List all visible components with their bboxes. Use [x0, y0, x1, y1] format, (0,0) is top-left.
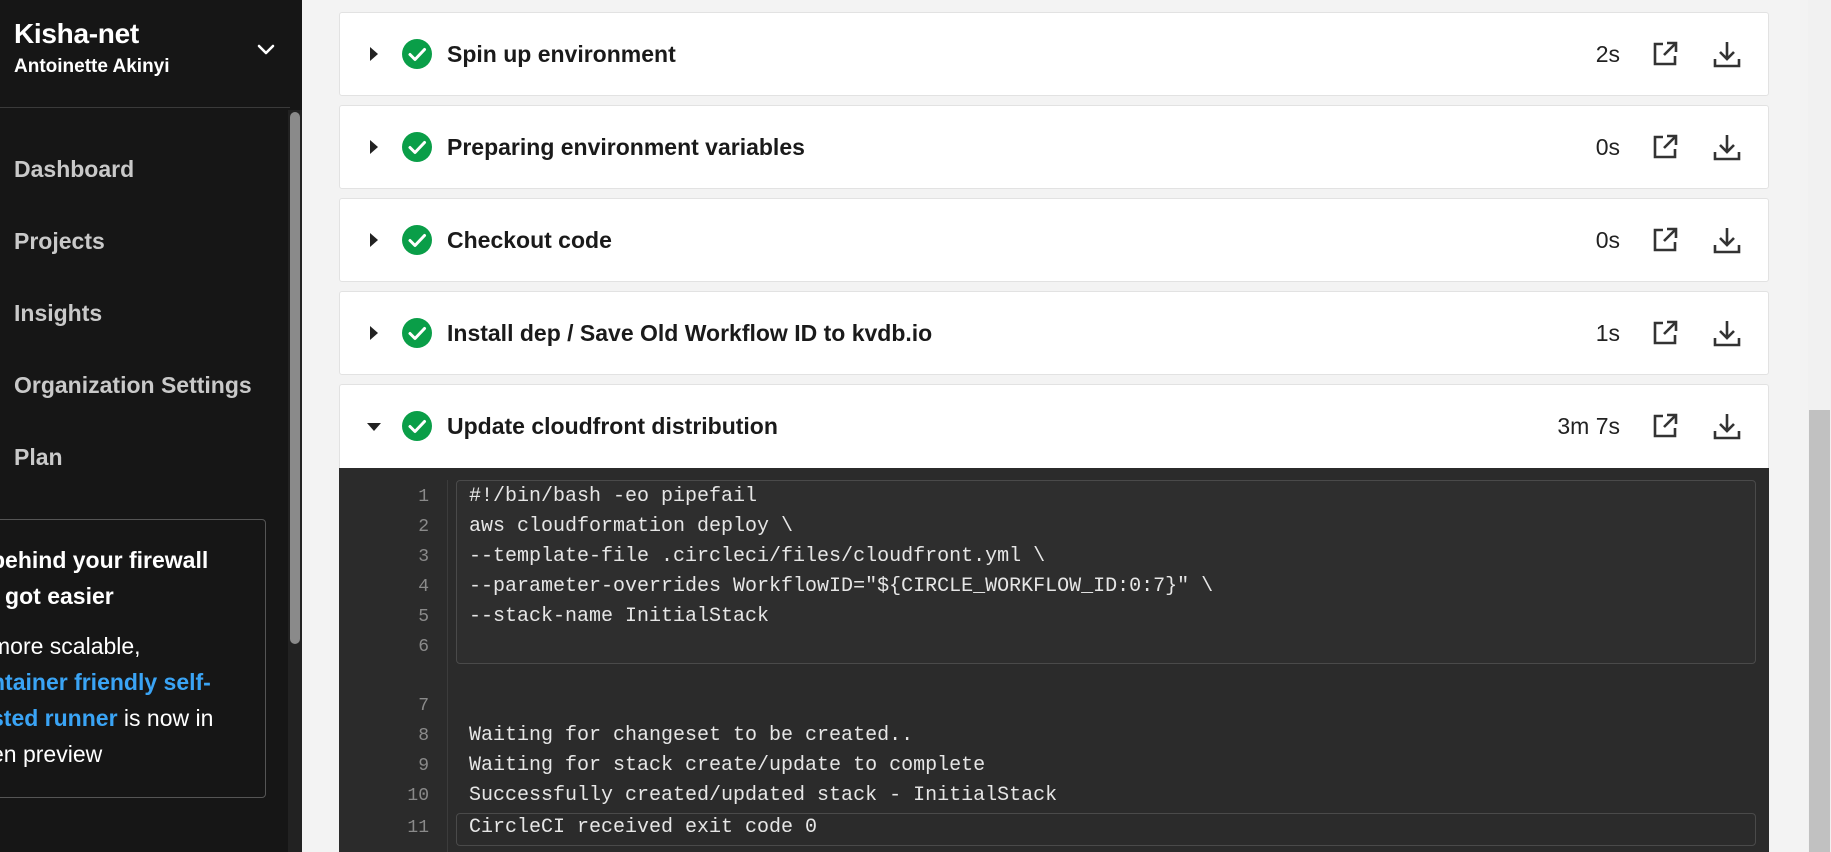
- open-external-icon[interactable]: [1651, 226, 1679, 254]
- line-number: 1: [418, 487, 429, 507]
- promo-body-line: en preview: [0, 741, 103, 767]
- page-scrollbar-thumb[interactable]: [1809, 410, 1830, 852]
- output-line: --parameter-overrides WorkflowID="${CIRC…: [469, 575, 1214, 598]
- promo-body: more scalable, ntainer friendly self- st…: [0, 628, 213, 772]
- sidebar-scrollbar-thumb[interactable]: [290, 112, 300, 644]
- user-name: Antoinette Akinyi: [14, 56, 170, 77]
- step-duration: 3m 7s: [1557, 413, 1620, 439]
- line-number: 8: [418, 726, 429, 746]
- success-check-icon: [402, 132, 432, 162]
- promo-title: behind your firewall t got easier: [0, 542, 208, 614]
- download-icon[interactable]: [1712, 225, 1742, 255]
- output-line: --template-file .circleci/files/cloudfro…: [469, 545, 1046, 568]
- download-icon[interactable]: [1712, 411, 1742, 441]
- nav-dashboard[interactable]: Dashboard: [14, 156, 134, 183]
- caret-right-icon[interactable]: [370, 233, 378, 247]
- success-check-icon: [402, 318, 432, 348]
- sidebar-divider: [0, 107, 290, 108]
- promo-body-text: is now in: [117, 705, 214, 731]
- job-steps-panel: Spin up environment 2s Preparing environ…: [302, 0, 1808, 852]
- nav-insights[interactable]: Insights: [14, 300, 102, 327]
- caret-right-icon[interactable]: [370, 47, 378, 61]
- success-check-icon: [402, 225, 432, 255]
- nav-organization-settings[interactable]: Organization Settings: [14, 372, 252, 399]
- step-duration: 1s: [1595, 320, 1620, 346]
- output-line: #!/bin/bash -eo pipefail: [469, 485, 758, 508]
- line-number: 10: [407, 786, 429, 806]
- sidebar: Kisha-net Antoinette Akinyi Dashboard Pr…: [0, 0, 302, 852]
- step-title: Update cloudfront distribution: [447, 413, 778, 439]
- step-row[interactable]: Spin up environment 2s: [339, 12, 1769, 96]
- open-external-icon[interactable]: [1651, 40, 1679, 68]
- step-row[interactable]: Checkout code 0s: [339, 198, 1769, 282]
- runner-link[interactable]: sted runner: [0, 705, 118, 731]
- success-check-icon: [402, 411, 432, 441]
- step-title: Preparing environment variables: [447, 134, 805, 160]
- open-external-icon[interactable]: [1651, 133, 1679, 161]
- gutter-divider: [447, 480, 448, 852]
- caret-down-icon[interactable]: [367, 423, 381, 431]
- output-line: aws cloudformation deploy \: [469, 515, 794, 538]
- promo-title-line: behind your firewall: [0, 547, 209, 573]
- caret-right-icon[interactable]: [370, 326, 378, 340]
- output-line: --stack-name InitialStack: [469, 605, 770, 628]
- line-number: 2: [418, 517, 429, 537]
- step-title: Checkout code: [447, 227, 612, 253]
- open-external-icon[interactable]: [1651, 319, 1679, 347]
- download-icon[interactable]: [1712, 318, 1742, 348]
- step-row-expanded[interactable]: Update cloudfront distribution 3m 7s: [339, 384, 1769, 474]
- promo-title-line: t got easier: [0, 583, 114, 609]
- output-line: Waiting for stack create/update to compl…: [469, 754, 986, 777]
- line-number: 5: [418, 607, 429, 627]
- line-number: 9: [418, 756, 429, 776]
- org-name: Kisha-net: [14, 18, 139, 49]
- success-check-icon: [402, 39, 432, 69]
- line-number: 7: [418, 696, 429, 716]
- step-row[interactable]: Preparing environment variables 0s: [339, 105, 1769, 189]
- download-icon[interactable]: [1712, 132, 1742, 162]
- line-number: 3: [418, 547, 429, 567]
- runner-link[interactable]: ntainer friendly self-: [0, 669, 211, 695]
- output-line: Successfully created/updated stack - Ini…: [469, 784, 1058, 807]
- chevron-down-icon[interactable]: [254, 38, 278, 62]
- open-external-icon[interactable]: [1651, 412, 1679, 440]
- output-line: Waiting for changeset to be created..: [469, 724, 914, 747]
- step-title: Spin up environment: [447, 41, 676, 67]
- step-duration: 0s: [1595, 134, 1620, 160]
- nav-plan[interactable]: Plan: [14, 444, 63, 471]
- line-number: 4: [418, 577, 429, 597]
- step-title: Install dep / Save Old Workflow ID to kv…: [447, 320, 933, 346]
- step-output-terminal[interactable]: 1 #!/bin/bash -eo pipefail 2 aws cloudfo…: [339, 468, 1769, 852]
- caret-right-icon[interactable]: [370, 140, 378, 154]
- promo-body-line: more scalable,: [0, 633, 141, 659]
- org-switcher[interactable]: Kisha-net Antoinette Akinyi: [14, 18, 170, 78]
- step-duration: 0s: [1595, 227, 1620, 253]
- download-icon[interactable]: [1712, 39, 1742, 69]
- runner-promo-card: behind your firewall t got easier more s…: [0, 519, 266, 798]
- step-row[interactable]: Install dep / Save Old Workflow ID to kv…: [339, 291, 1769, 375]
- output-line: CircleCI received exit code 0: [469, 816, 818, 839]
- line-number: 6: [418, 637, 429, 657]
- line-number: 11: [407, 818, 429, 838]
- nav-projects[interactable]: Projects: [14, 228, 105, 255]
- step-duration: 2s: [1595, 41, 1620, 67]
